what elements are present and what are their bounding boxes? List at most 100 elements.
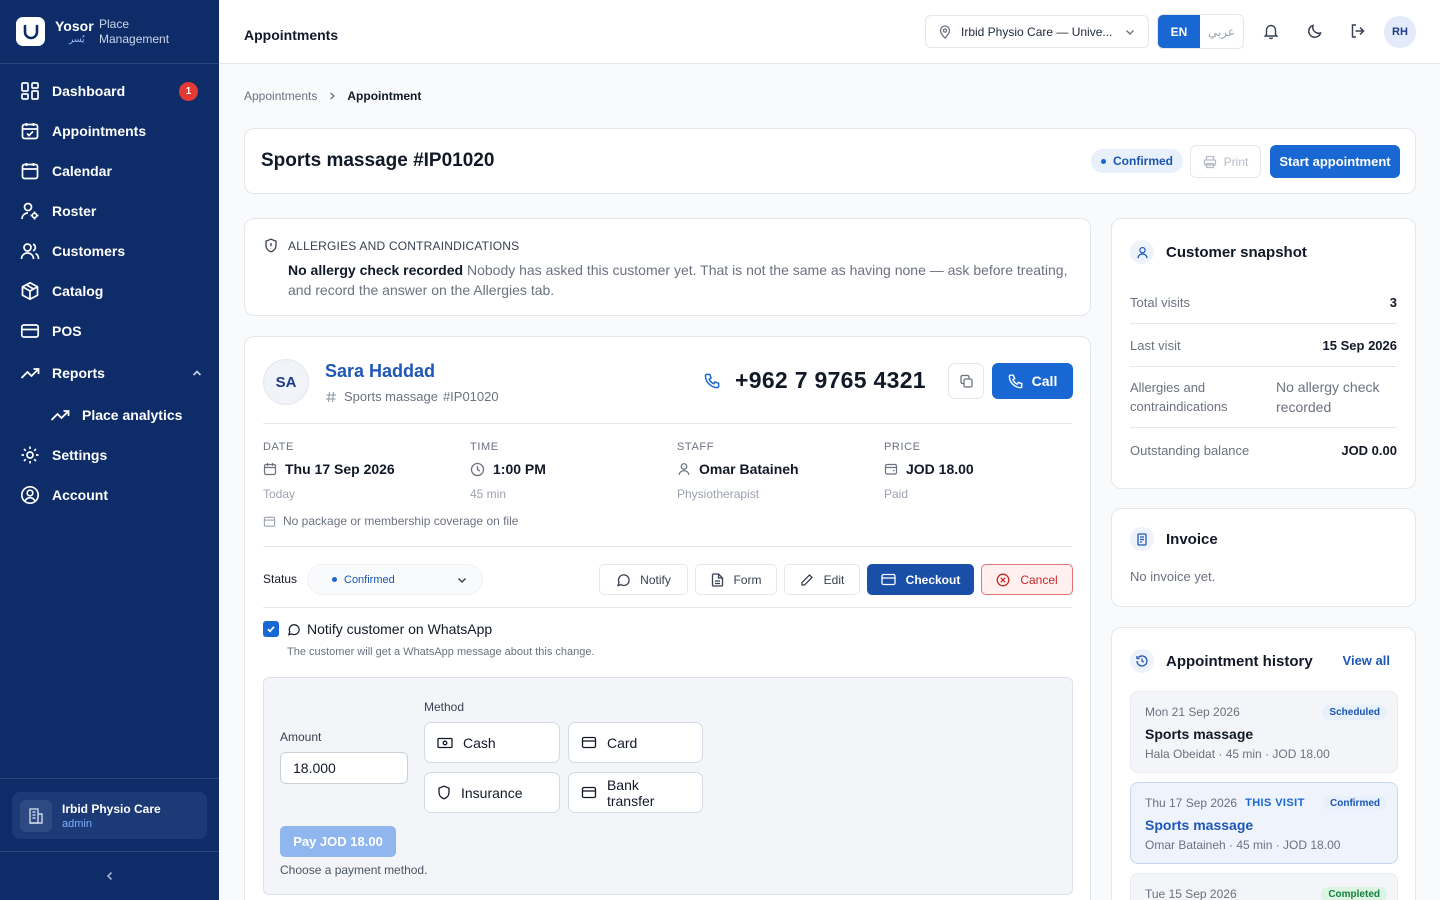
status-badge: Confirmed <box>1091 149 1183 173</box>
payment-hint: Choose a payment method. <box>280 863 428 877</box>
time-label: TIME <box>470 441 499 453</box>
method-card-button[interactable]: Card <box>568 722 703 763</box>
status-select-value: Confirmed <box>344 573 395 586</box>
amount-label: Amount <box>280 730 322 744</box>
method-bank-transfer-button[interactable]: Bank transfer <box>568 772 703 813</box>
status-dot <box>1101 158 1106 164</box>
customer-service-line: Sports massage #IP01020 <box>325 389 499 404</box>
info-price: PRICE JOD 18.00 Paid <box>884 441 974 501</box>
snapshot-row-allergies: Allergies and contraindications No aller… <box>1130 367 1397 428</box>
top-header: Appointments Irbid Physio Care — Unive..… <box>219 0 1440 64</box>
history-date: Thu 17 Sep 2026 <box>1145 796 1238 810</box>
trending-up-icon <box>20 368 40 379</box>
file-text-icon <box>711 572 723 587</box>
copy-icon <box>959 374 973 388</box>
notification-count-badge: 1 <box>179 81 198 101</box>
amount-input[interactable] <box>280 752 408 784</box>
bell-icon[interactable] <box>1262 22 1280 40</box>
collapse-sidebar-button[interactable] <box>0 851 219 900</box>
history-status-badge: Confirmed <box>1323 796 1387 811</box>
print-button[interactable]: Print <box>1190 145 1261 178</box>
history-meta: Hala Obeidat · 45 min · JOD 18.00 <box>1145 747 1330 761</box>
history-item-current[interactable]: Thu 17 Sep 2026 THIS VISIT Confirmed Spor… <box>1130 782 1398 864</box>
pay-button[interactable]: Pay JOD 18.00 <box>280 826 396 857</box>
sidebar-item-pos[interactable]: POS <box>0 311 219 351</box>
checkout-button[interactable]: Checkout <box>867 564 974 595</box>
history-meta: Omar Bataineh · 45 min · JOD 18.00 <box>1145 838 1341 852</box>
sidebar-item-account[interactable]: Account <box>0 475 219 515</box>
whatsapp-notify-checkbox[interactable] <box>263 621 279 637</box>
user-circle-icon <box>20 485 40 505</box>
sidebar-item-catalog[interactable]: Catalog <box>0 271 219 311</box>
place-selector[interactable]: Irbid Physio Care — Unive... <box>925 15 1149 48</box>
credit-card-icon <box>581 736 597 749</box>
cancel-appointment-button[interactable]: Cancel <box>981 564 1073 595</box>
user-avatar[interactable]: RH <box>1384 16 1416 48</box>
chevron-right-icon <box>330 92 336 100</box>
sidebar-item-customers[interactable]: Customers <box>0 231 219 271</box>
sidebar-item-reports[interactable]: Reports <box>0 351 219 395</box>
shield-icon <box>438 785 450 800</box>
appointment-title-card: Sports massage #IP01020 Confirmed Print … <box>244 128 1416 194</box>
snapshot-row-last-visit: Last visit 15 Sep 2026 <box>1130 324 1397 367</box>
snapshot-title: Customer snapshot <box>1166 243 1307 261</box>
status-select[interactable]: Confirmed <box>307 564 483 595</box>
edit-label: Edit <box>823 572 845 587</box>
status-label: Status <box>263 572 298 586</box>
method-card-label: Card <box>607 734 638 751</box>
sidebar-item-label: Place analytics <box>82 407 183 423</box>
lang-ar-button[interactable]: عربي <box>1200 15 1243 48</box>
method-bank-transfer-label: Bank transfer <box>606 776 655 809</box>
start-appointment-button[interactable]: Start appointment <box>1270 145 1400 178</box>
moon-icon[interactable] <box>1306 22 1324 40</box>
current-place-card[interactable]: Irbid Physio Care admin <box>12 792 207 839</box>
brand-arabic: يُسر <box>69 34 85 44</box>
sidebar-item-place-analytics[interactable]: Place analytics <box>0 395 219 435</box>
whatsapp-notify-label: Notify customer on WhatsApp <box>307 621 493 637</box>
status-dot <box>332 577 337 582</box>
credit-card-icon <box>881 573 896 586</box>
notify-button[interactable]: Notify <box>599 564 688 595</box>
sidebar-item-appointments[interactable]: Appointments <box>0 111 219 151</box>
lang-en-button[interactable]: EN <box>1158 15 1200 48</box>
price-sub: Paid <box>884 487 909 501</box>
form-button[interactable]: Form <box>695 564 777 595</box>
package-note: No package or membership coverage on fil… <box>263 514 518 528</box>
sidebar-item-dashboard[interactable]: Dashboard 1 <box>0 71 219 111</box>
sidebar-item-label: Roster <box>52 203 97 219</box>
sidebar-item-roster[interactable]: Roster <box>0 191 219 231</box>
customer-snapshot-card: Customer snapshot Total visits 3 Last vi… <box>1111 218 1416 489</box>
history-item[interactable]: Mon 21 Sep 2026 Scheduled Sports massage… <box>1130 691 1398 773</box>
sidebar-item-settings[interactable]: Settings <box>0 435 219 475</box>
sidebar: Yosor يُسر Place Management Dashboard 1 … <box>0 0 219 900</box>
history-view-all-link[interactable]: View all <box>1343 653 1390 668</box>
copy-phone-button[interactable] <box>948 363 984 399</box>
invoice-title: Invoice <box>1166 530 1218 548</box>
customer-phone: +962 7 9765 4321 <box>704 367 926 394</box>
customer-name-link[interactable]: Sara Haddad <box>325 361 435 382</box>
wallet-icon <box>263 516 276 527</box>
history-status-badge: Scheduled <box>1322 705 1387 720</box>
price-label: PRICE <box>884 441 921 453</box>
snapshot-value: 3 <box>1389 294 1397 310</box>
sidebar-item-calendar[interactable]: Calendar <box>0 151 219 191</box>
history-item[interactable]: Tue 15 Sep 2026 Completed <box>1130 873 1398 900</box>
breadcrumb-current: Appointment <box>347 89 422 103</box>
edit-button[interactable]: Edit <box>784 564 860 595</box>
credit-card-icon <box>20 324 40 338</box>
snapshot-key: Outstanding balance <box>1130 442 1250 458</box>
call-button[interactable]: Call <box>992 363 1073 399</box>
whatsapp-notify-row: Notify customer on WhatsApp <box>263 621 492 637</box>
logout-icon[interactable] <box>1349 22 1367 40</box>
snapshot-value: 15 Sep 2026 <box>1322 337 1397 353</box>
this-visit-tag: THIS VISIT <box>1245 797 1305 809</box>
sidebar-item-label: Customers <box>52 243 126 259</box>
date-label: DATE <box>263 441 294 453</box>
printer-icon <box>1203 155 1216 168</box>
method-insurance-button[interactable]: Insurance <box>424 772 560 813</box>
breadcrumb-parent-link[interactable]: Appointments <box>244 89 317 103</box>
chevron-down-icon <box>458 577 466 583</box>
brand[interactable]: Yosor يُسر Place Management <box>0 0 219 64</box>
method-cash-button[interactable]: Cash <box>424 722 560 763</box>
form-label: Form <box>733 572 762 587</box>
